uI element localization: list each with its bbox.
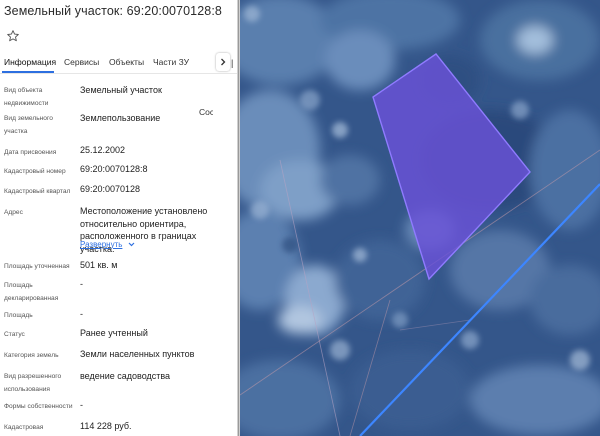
row-label: Кадастровая: [4, 424, 44, 431]
row-label: Категория земель: [4, 352, 59, 359]
row-label: Дата присвоения: [4, 149, 57, 156]
star-icon[interactable]: [6, 29, 20, 43]
row-value: 114 228 руб.: [80, 421, 132, 431]
panel-divider: [238, 0, 239, 436]
row-value: Земли населенных пунктов: [80, 349, 195, 359]
row-label: Вид земельного участка: [4, 115, 53, 135]
row-label: Кадастровый квартал: [4, 188, 71, 195]
expand-link[interactable]: Развернуть: [80, 240, 135, 249]
chevron-right-icon: [220, 58, 226, 66]
tab-overflow-mark: |: [231, 58, 234, 68]
row-label: Вид разрешенного использования: [4, 373, 62, 393]
chevron-down-icon: [128, 240, 135, 249]
map-canvas[interactable]: [240, 0, 600, 436]
satellite-map[interactable]: [240, 0, 600, 436]
row-value: -: [80, 279, 83, 289]
row-value: 501 кв. м: [80, 260, 118, 270]
row-label: Вид объекта недвижимости: [4, 87, 49, 107]
page-title: Земельный участок: 69:20:0070128:8: [4, 4, 222, 18]
tab-objects[interactable]: Объекты: [109, 57, 144, 67]
active-tab-indicator: [2, 71, 54, 73]
tabs-next-button[interactable]: [216, 53, 230, 71]
row-value: -: [80, 400, 83, 410]
row-value: -: [80, 309, 83, 319]
row-label: Адрес: [4, 209, 23, 216]
tab-bar: Информация Сервисы Объекты Части ЗУ Сост…: [0, 50, 237, 117]
row-label: Площадь декларированная: [4, 282, 59, 302]
row-value: 69:20:0070128: [80, 184, 141, 194]
row-value: Ранее учтенный: [80, 328, 148, 338]
row-value: ведение садоводства: [80, 371, 171, 381]
row-value: 25.12.2002: [80, 145, 126, 155]
row-value: 69:20:0070128:8: [80, 164, 148, 174]
row-label: Кадастровый номер: [4, 168, 66, 175]
row-value: Землепользование: [80, 113, 161, 123]
row-label: Площадь уточненная: [4, 263, 70, 270]
tab-parts[interactable]: Части ЗУ: [153, 57, 189, 67]
row-label: Площадь: [4, 312, 33, 319]
row-label: Статус: [4, 331, 25, 338]
row-label: Формы собственности: [4, 403, 73, 410]
expand-link-label: Развернуть: [80, 240, 123, 249]
tab-services[interactable]: Сервисы: [64, 57, 99, 67]
tab-info[interactable]: Информация: [4, 57, 56, 67]
row-value: Земельный участок: [80, 85, 162, 95]
info-panel: Земельный участок: 69:20:0070128:8 Инфор…: [0, 0, 237, 436]
